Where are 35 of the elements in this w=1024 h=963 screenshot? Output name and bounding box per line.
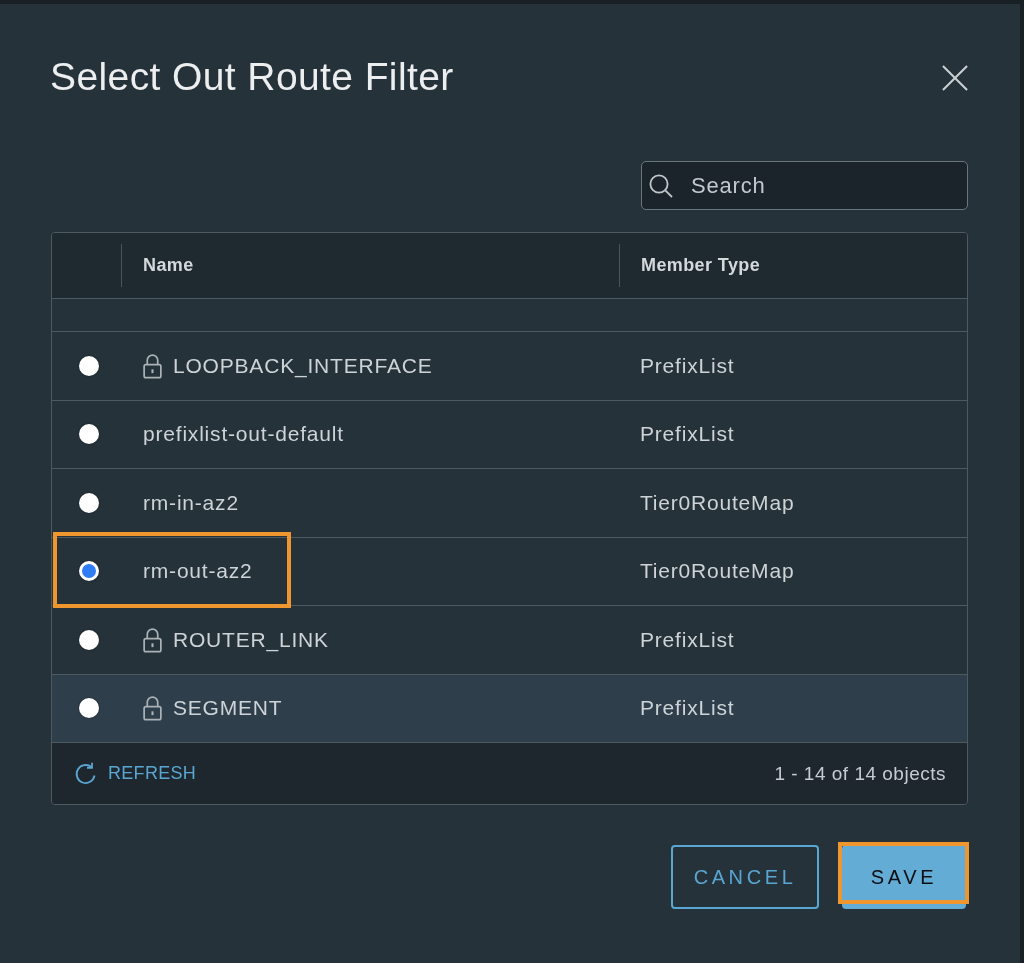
save-button[interactable]: SAVE: [842, 845, 966, 909]
radio-button[interactable]: [79, 629, 99, 650]
cancel-button[interactable]: CANCEL: [671, 845, 819, 909]
row-name: rm-out-az2: [143, 559, 253, 584]
close-icon[interactable]: [942, 65, 968, 91]
member-type-text: PrefixList: [640, 422, 735, 447]
table-row[interactable]: prefixlist-out-default PrefixList: [52, 400, 967, 469]
member-type-text: Tier0RouteMap: [640, 490, 795, 515]
table-row[interactable]: SEGMENT PrefixList: [52, 674, 967, 743]
column-header[interactable]: Member Type: [641, 255, 761, 276]
table-row[interactable]: ROUTER_LINK PrefixList: [52, 606, 967, 675]
member-type-text: PrefixList: [640, 353, 735, 378]
row-name: prefixlist-out-default: [143, 422, 344, 447]
row-name: LOOPBACK_INTERFACE: [173, 353, 433, 378]
search-field[interactable]: Search: [641, 161, 968, 210]
refresh-icon: [74, 761, 98, 786]
radio-button[interactable]: [79, 355, 99, 376]
radio-button[interactable]: [79, 424, 99, 445]
member-type-text: PrefixList: [640, 696, 735, 721]
refresh-button[interactable]: REFRESH: [74, 761, 197, 786]
dialog-title: Select Out Route Filter: [50, 54, 454, 100]
radio-button[interactable]: [79, 492, 99, 513]
table-row[interactable]: rm-out-az2 Tier0RouteMap: [52, 537, 967, 606]
table-row[interactable]: rm-in-az2 Tier0RouteMap: [52, 469, 967, 538]
row-name: rm-in-az2: [143, 490, 239, 515]
object-count-text: 1 - 14 of 14 objects: [774, 762, 946, 785]
radio-button[interactable]: [79, 698, 99, 719]
row-name: ROUTER_LINK: [173, 627, 329, 652]
member-type-text: Tier0RouteMap: [640, 559, 795, 584]
search-icon: [649, 174, 673, 198]
row-name: SEGMENT: [173, 696, 283, 721]
table-row[interactable]: LOOPBACK_INTERFACE PrefixList: [52, 332, 967, 401]
radio-button[interactable]: [79, 561, 99, 582]
column-header[interactable]: Name: [143, 255, 194, 276]
member-type-text: PrefixList: [640, 627, 735, 652]
